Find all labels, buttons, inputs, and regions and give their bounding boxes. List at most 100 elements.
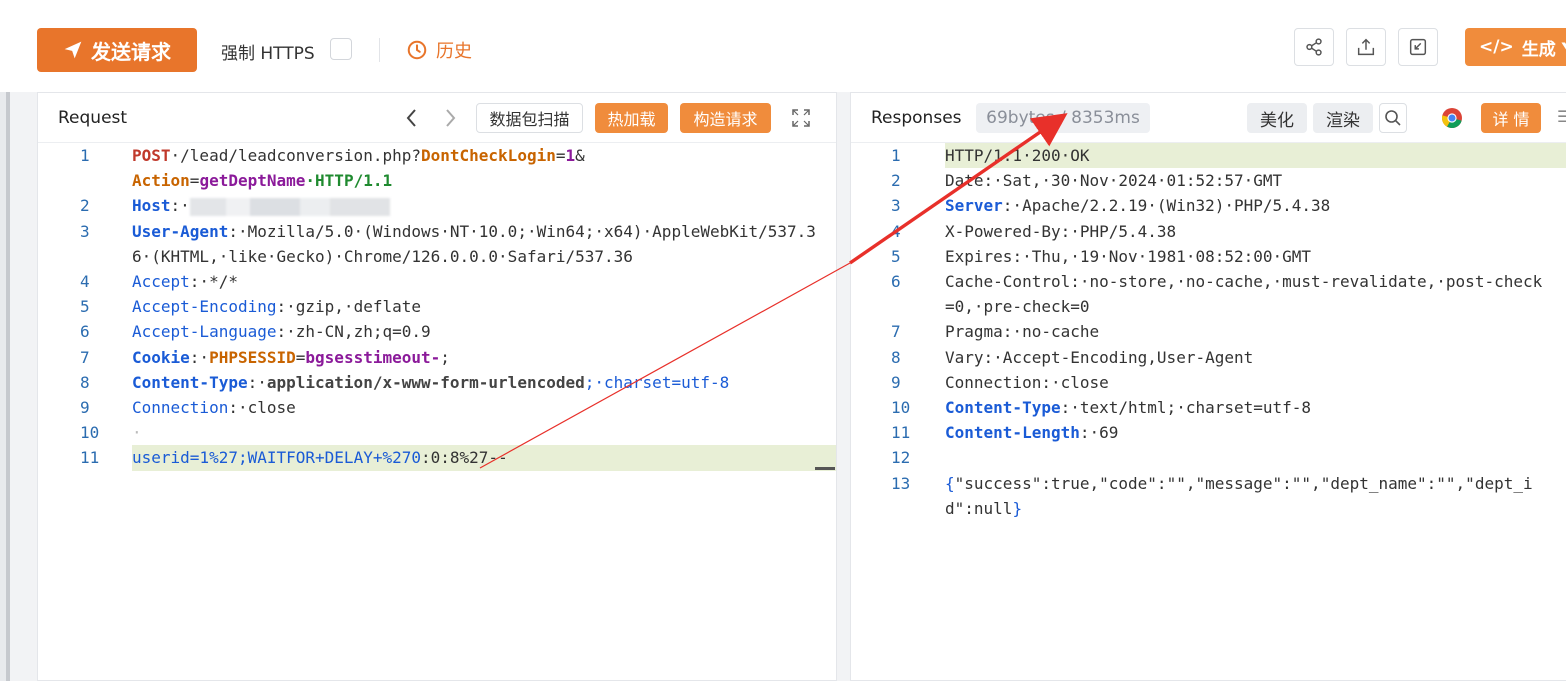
line-text: POST·/lead/leadconversion.php?DontCheckL… <box>132 143 836 193</box>
code-line: 3 Server:·Apache/2.2.19·(Win32)·PHP/5.4.… <box>851 193 1566 218</box>
json-body: "success":true,"code":"","message":"","d… <box>945 473 1533 518</box>
send-request-button[interactable]: 发送请求 <box>37 28 197 72</box>
code-line: 1 POST·/lead/leadconversion.php?DontChec… <box>38 143 836 193</box>
body-param-name: userid <box>132 448 190 468</box>
header-value: :·zh-CN,zh;q=0.9 <box>276 322 431 342</box>
hot-load-button[interactable]: 热加载 <box>595 103 668 133</box>
line-text: Connection:·close <box>132 395 836 420</box>
line-text: X-Powered-By:·PHP/5.4.38 <box>945 219 1566 244</box>
header-value: :·Thu,·19·Nov·1981·08:52:00·GMT <box>1012 246 1312 266</box>
scrollbar-strip[interactable] <box>6 8 10 681</box>
response-stats: 69bytes / 8353ms <box>976 103 1150 133</box>
header-value: :·PHP/5.4.38 <box>1060 221 1177 241</box>
code-line: 5 Expires:·Thu,·19·Nov·1981·08:52:00·GMT <box>851 244 1566 269</box>
code-line: 9 Connection:·close <box>851 370 1566 395</box>
header-key: Cookie <box>132 347 190 367</box>
response-panel-header: Responses 69bytes / 8353ms 美化 渲染 详 情 ☰ <box>851 93 1566 143</box>
history-label: 历史 <box>436 41 472 62</box>
code-line: 4 X-Powered-By:·PHP/5.4.38 <box>851 219 1566 244</box>
header-key: Content-Length <box>945 423 1080 443</box>
generate-yaml-button[interactable]: </> 生成 Ya <box>1465 28 1566 66</box>
code-line: 3 User-Agent:·Mozilla/5.0·(Windows·NT·10… <box>38 219 836 269</box>
clock-icon <box>407 40 427 60</box>
header-key: Accept <box>132 272 190 292</box>
code-line: 9 Connection:·close <box>38 395 836 420</box>
query-eq: = <box>189 171 200 191</box>
header-key: Pragma <box>945 322 1003 342</box>
line-number: 13 <box>891 473 911 493</box>
header-key: Connection <box>132 398 229 418</box>
header-value: :·close <box>228 398 296 418</box>
import-button[interactable] <box>1398 28 1438 66</box>
body-param-value: 1%27;WAITFOR+DELAY+%270 <box>199 448 421 468</box>
line-number: 7 <box>891 322 901 342</box>
header-sep: :· <box>189 347 210 367</box>
request-path: ·/lead/leadconversion.php? <box>170 146 421 165</box>
line-text: Pragma:·no-cache <box>945 319 1566 344</box>
left-edge-scrollbar[interactable] <box>0 0 10 681</box>
header-value: :·close <box>1041 372 1109 392</box>
search-button[interactable] <box>1379 103 1407 133</box>
force-https-checkbox[interactable] <box>330 38 352 60</box>
code-line: 8 Vary:·Accept-Encoding,User-Agent <box>851 345 1566 370</box>
history-button[interactable]: 历史 <box>406 37 472 63</box>
cookie-value: bgsesstimeout- <box>305 347 441 367</box>
beautify-button[interactable]: 美化 <box>1247 103 1307 133</box>
header-value: :·Sat,·30·Nov·2024·01:52:57·GMT <box>983 171 1283 191</box>
header-key: Cache-Control <box>945 272 1071 292</box>
header-key: Vary <box>945 347 984 367</box>
share-icon <box>1306 38 1322 56</box>
line-text: Content-Type:·application/x-www-form-url… <box>132 370 836 395</box>
detail-button[interactable]: 详 情 <box>1481 103 1541 133</box>
code-line: 11 Content-Length:·69 <box>851 420 1566 445</box>
share-button[interactable] <box>1294 28 1334 66</box>
editor-scroll-marker[interactable] <box>815 467 835 470</box>
chrome-icon[interactable] <box>1441 107 1463 129</box>
code-line: 10 · <box>38 420 836 445</box>
force-https-label: 强制 HTTPS <box>221 44 315 64</box>
code-line: 7 Cookie:·PHPSESSID=bgsesstimeout-; <box>38 345 836 370</box>
header-key: Content-Type <box>945 398 1061 418</box>
export-button[interactable] <box>1346 28 1386 66</box>
next-button[interactable] <box>440 107 460 129</box>
send-request-label: 发送请求 <box>91 39 171 64</box>
line-number: 11 <box>891 423 911 443</box>
menu-icon[interactable]: ☰ <box>1557 107 1566 126</box>
code-line-active: 1 HTTP/1.1·200·OK <box>851 143 1566 169</box>
http-method: POST <box>132 146 171 165</box>
line-number: 2 <box>80 196 90 216</box>
generate-yaml-label: 生成 Ya <box>1521 39 1566 60</box>
fullscreen-icon[interactable] <box>792 109 810 127</box>
build-request-button[interactable]: 构造请求 <box>680 103 771 133</box>
packet-scan-button[interactable]: 数据包扫描 <box>476 103 583 133</box>
line-number: 6 <box>80 322 90 342</box>
code-line: 12 <box>851 445 1566 470</box>
code-line-active: 11 userid=1%27;WAITFOR+DELAY+%270:0:8%27… <box>38 445 836 471</box>
render-button[interactable]: 渲染 <box>1313 103 1373 133</box>
line-number: 2 <box>891 171 901 191</box>
code-line: 6 Cache-Control:·no-store,·no-cache,·mus… <box>851 269 1566 319</box>
toolbar-divider <box>379 38 380 62</box>
line-number: 4 <box>80 272 90 292</box>
json-brace-close: } <box>1012 498 1023 518</box>
header-value: application/x-www-form-urlencoded <box>266 372 585 392</box>
header-value: :·text/html;·charset=utf-8 <box>1060 398 1312 418</box>
line-number: 3 <box>80 221 90 241</box>
line-text: Vary:·Accept-Encoding,User-Agent <box>945 345 1566 370</box>
line-text: · <box>132 423 142 443</box>
response-editor[interactable]: 1 HTTP/1.1·200·OK 2 Date:·Sat,·30·Nov·20… <box>851 143 1566 521</box>
code-line: 2 Host:· <box>38 193 836 218</box>
prev-button[interactable] <box>402 107 422 129</box>
upload-icon <box>1357 38 1375 56</box>
line-number: 9 <box>891 372 901 392</box>
line-text: Host:· <box>132 193 836 218</box>
header-key: Connection <box>945 372 1042 392</box>
line-text: User-Agent:·Mozilla/5.0·(Windows·NT·10.0… <box>132 219 836 269</box>
request-panel-header: Request 数据包扫描 热加载 构造请求 <box>38 93 836 143</box>
line-number: 9 <box>80 398 90 418</box>
request-editor[interactable]: 1 POST·/lead/leadconversion.php?DontChec… <box>38 143 836 471</box>
line-text: Content-Type:·text/html;·charset=utf-8 <box>945 395 1566 420</box>
code-line: 5 Accept-Encoding:·gzip,·deflate <box>38 294 836 319</box>
request-title: Request <box>58 108 128 128</box>
line-text: Server:·Apache/2.2.19·(Win32)·PHP/5.4.38 <box>945 193 1566 218</box>
